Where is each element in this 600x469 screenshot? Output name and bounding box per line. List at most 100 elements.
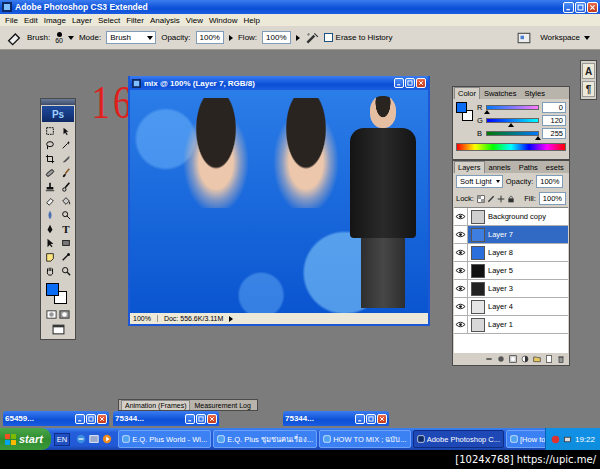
- channel-value[interactable]: 120: [542, 115, 566, 126]
- tool-button[interactable]: T: [59, 222, 74, 236]
- maximize-button[interactable]: [575, 2, 586, 13]
- minimize-button[interactable]: [75, 414, 85, 424]
- color-spectrum[interactable]: [456, 143, 566, 151]
- slider-marker-icon[interactable]: [508, 123, 514, 127]
- minimize-button[interactable]: [563, 2, 574, 13]
- mode-dropdown[interactable]: Brush: [106, 31, 156, 44]
- close-button[interactable]: [416, 78, 426, 88]
- tool-button[interactable]: [59, 166, 74, 180]
- layer-row[interactable]: Layer 4: [454, 298, 568, 316]
- layer-visibility-toggle[interactable]: [454, 244, 468, 261]
- layer-visibility-toggle[interactable]: [454, 226, 468, 243]
- close-button[interactable]: [97, 414, 107, 424]
- panel-tab[interactable]: Animation (Frames): [121, 400, 190, 410]
- fill-field[interactable]: 100%: [539, 192, 566, 205]
- menu-item[interactable]: Layer: [69, 16, 95, 25]
- tool-button[interactable]: [43, 124, 58, 138]
- menu-item[interactable]: Image: [41, 16, 69, 25]
- task-button[interactable]: E.Q. Plus World - Wi...: [118, 430, 211, 448]
- minimize-button[interactable]: [355, 414, 365, 424]
- tool-button[interactable]: [59, 236, 74, 250]
- language-indicator[interactable]: EN: [54, 433, 70, 446]
- foreground-color-swatch[interactable]: [46, 283, 59, 296]
- tool-button[interactable]: [59, 208, 74, 222]
- erase-to-history[interactable]: Erase to History: [324, 33, 393, 42]
- workspace-button[interactable]: Workspace: [536, 31, 594, 44]
- tool-button[interactable]: [43, 180, 58, 194]
- zoom-level[interactable]: 100%: [133, 315, 158, 322]
- close-button[interactable]: [587, 2, 598, 13]
- flow-field[interactable]: 100%: [262, 31, 290, 44]
- tool-button[interactable]: [59, 138, 74, 152]
- panel-tab[interactable]: Paths: [515, 161, 542, 173]
- panel-tab[interactable]: esets: [542, 161, 568, 173]
- document-title-bar[interactable]: mix @ 100% (Layer 7, RGB/8): [130, 76, 428, 90]
- panel-tab[interactable]: annels: [485, 161, 515, 173]
- layer-visibility-toggle[interactable]: [454, 280, 468, 297]
- menu-item[interactable]: Help: [240, 16, 262, 25]
- menu-item[interactable]: Filter: [123, 16, 147, 25]
- tool-button[interactable]: [59, 264, 74, 278]
- channel-track[interactable]: [486, 118, 539, 123]
- mini-swatch[interactable]: [456, 102, 467, 113]
- status-menu-arrow-icon[interactable]: [229, 316, 233, 322]
- layer-visibility-toggle[interactable]: [454, 208, 468, 225]
- task-button[interactable]: Adobe Photoshop C...: [413, 430, 504, 448]
- menu-item[interactable]: Window: [206, 16, 240, 25]
- menu-item[interactable]: View: [183, 16, 206, 25]
- channel-track[interactable]: [486, 131, 539, 136]
- tool-button[interactable]: [43, 264, 58, 278]
- flow-slider-arrow-icon[interactable]: [296, 35, 300, 41]
- panel-tab[interactable]: Layers: [454, 161, 485, 173]
- layer-visibility-toggle[interactable]: [454, 316, 468, 333]
- menu-item[interactable]: Edit: [21, 16, 41, 25]
- tool-button[interactable]: [43, 250, 58, 264]
- tool-button[interactable]: [43, 194, 58, 208]
- menu-item[interactable]: Select: [95, 16, 123, 25]
- close-button[interactable]: [207, 414, 217, 424]
- minimize-button[interactable]: [185, 414, 195, 424]
- close-button[interactable]: [377, 414, 387, 424]
- dock-button[interactable]: A: [582, 63, 595, 79]
- panel-tab[interactable]: Styles: [520, 87, 548, 99]
- minimize-button[interactable]: [394, 78, 404, 88]
- panel-tab[interactable]: Swatches: [480, 87, 521, 99]
- maximize-button[interactable]: [366, 414, 376, 424]
- maximize-button[interactable]: [196, 414, 206, 424]
- start-button[interactable]: start: [0, 428, 51, 450]
- blend-mode-dropdown[interactable]: Soft Light: [456, 175, 503, 188]
- tool-button[interactable]: [59, 180, 74, 194]
- clock[interactable]: 19:22: [575, 435, 595, 444]
- minimized-window[interactable]: 75344...: [113, 411, 219, 426]
- tool-button[interactable]: [43, 138, 58, 152]
- tool-button[interactable]: [43, 236, 58, 250]
- tool-button[interactable]: [43, 208, 58, 222]
- layer-row[interactable]: Layer 1: [454, 316, 568, 334]
- panel-tab[interactable]: Color: [454, 87, 480, 99]
- maximize-button[interactable]: [405, 78, 415, 88]
- tool-button[interactable]: [43, 166, 58, 180]
- tool-button[interactable]: [59, 152, 74, 166]
- layer-row[interactable]: Background copy: [454, 208, 568, 226]
- menu-item[interactable]: Analysis: [147, 16, 183, 25]
- erase-to-history-checkbox[interactable]: [324, 33, 333, 42]
- layer-visibility-toggle[interactable]: [454, 298, 468, 315]
- tool-button[interactable]: [43, 152, 58, 166]
- canvas[interactable]: [130, 90, 428, 313]
- layer-row[interactable]: Layer 8: [454, 244, 568, 262]
- opacity-field[interactable]: 100%: [196, 31, 224, 44]
- layer-row[interactable]: Layer 3: [454, 280, 568, 298]
- tool-button[interactable]: [43, 222, 58, 236]
- channel-value[interactable]: 0: [542, 102, 566, 113]
- layer-opacity-field[interactable]: 100%: [536, 175, 563, 188]
- panel-tab[interactable]: Measurement Log: [190, 400, 254, 410]
- minimized-window[interactable]: 75344...: [283, 411, 389, 426]
- brush-arrow-icon[interactable]: [68, 36, 74, 40]
- channel-value[interactable]: 255: [542, 128, 566, 139]
- maximize-button[interactable]: [86, 414, 96, 424]
- dock-button[interactable]: ¶: [582, 81, 595, 97]
- toolbox-grip[interactable]: [41, 99, 75, 105]
- minimized-window[interactable]: 65459...: [3, 411, 109, 426]
- layer-visibility-toggle[interactable]: [454, 262, 468, 279]
- tool-button[interactable]: [59, 124, 74, 138]
